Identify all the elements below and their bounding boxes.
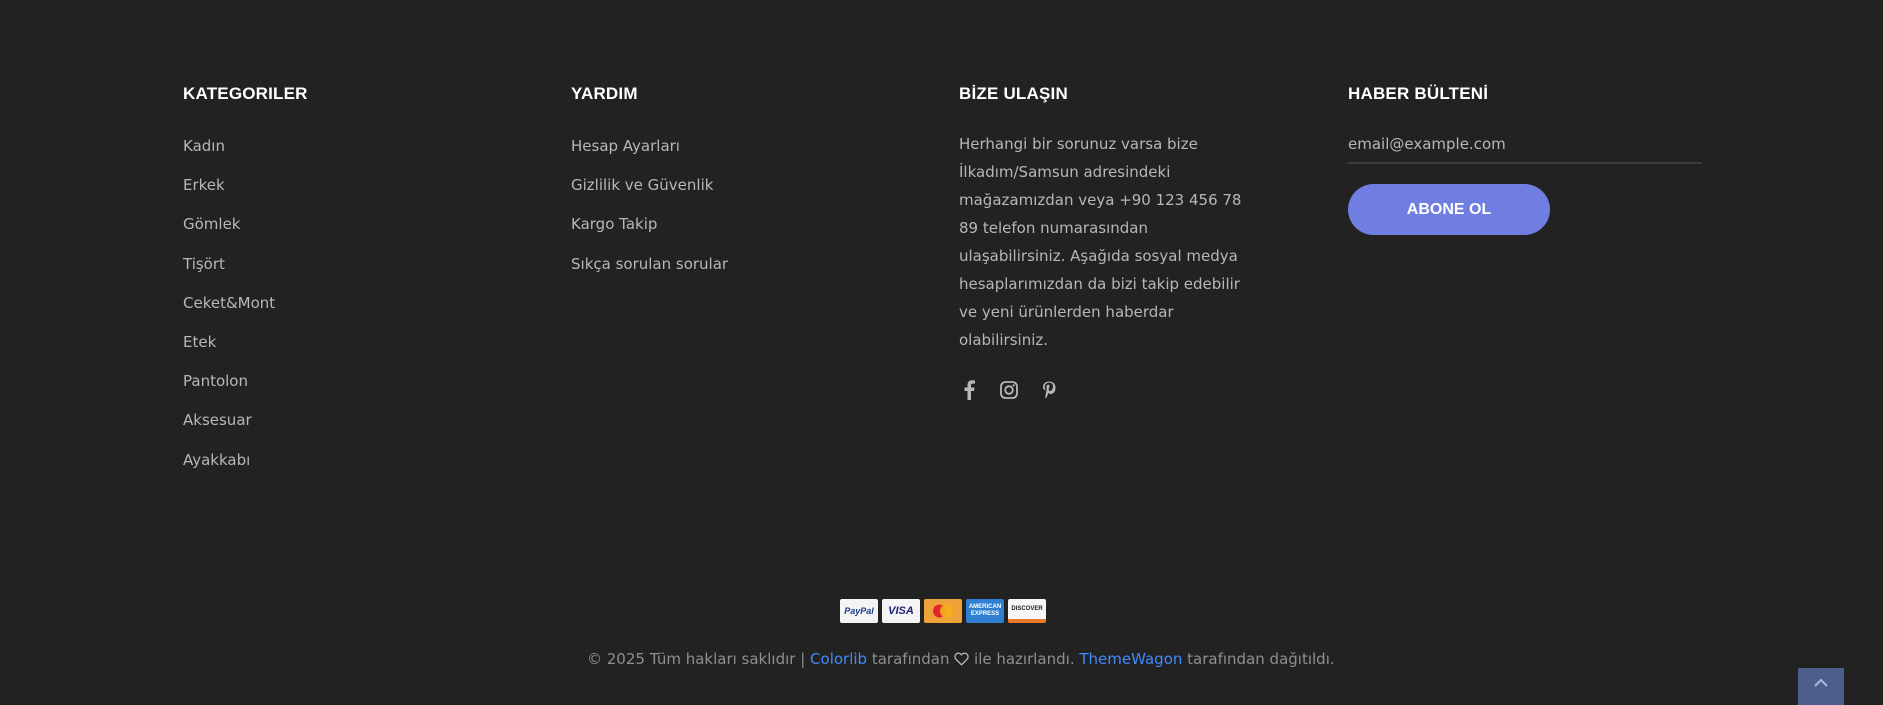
- help-column: YARDIM Hesap Ayarları Gizlilik ve Güvenl…: [571, 84, 728, 291]
- instagram-icon[interactable]: [999, 380, 1019, 400]
- list-item: Pantolon: [183, 369, 308, 408]
- categories-list: Kadın Erkek Gömlek Tişört Ceket&Mont Ete…: [183, 134, 308, 487]
- categories-column: KATEGORILER Kadın Erkek Gömlek Tişört Ce…: [183, 84, 308, 487]
- copyright-prefix: © 2025 Tüm hakları saklıdır |: [587, 650, 806, 668]
- help-link-faq[interactable]: Sıkça sorulan sorular: [571, 255, 728, 273]
- heart-icon: [954, 650, 969, 672]
- category-link-etek[interactable]: Etek: [183, 333, 216, 351]
- back-to-top-button[interactable]: [1798, 668, 1844, 705]
- help-title: YARDIM: [571, 84, 638, 103]
- category-link-pantolon[interactable]: Pantolon: [183, 372, 248, 390]
- list-item: Ayakkabı: [183, 448, 308, 487]
- help-link-shipping-tracking[interactable]: Kargo Takip: [571, 215, 657, 233]
- category-link-ceket-mont[interactable]: Ceket&Mont: [183, 294, 275, 312]
- visa-icon: VISA: [882, 599, 920, 623]
- paypal-icon: PayPal: [840, 599, 878, 623]
- list-item: Hesap Ayarları: [571, 134, 728, 173]
- list-item: Gizlilik ve Güvenlik: [571, 173, 728, 212]
- copyright-text: © 2025 Tüm hakları saklıdır | Colorlib t…: [587, 648, 1335, 672]
- facebook-icon[interactable]: [959, 380, 979, 400]
- payment-methods: PayPal VISA AMERICAN EXPRESS DISCOVER: [840, 599, 1046, 623]
- footer: KATEGORILER Kadın Erkek Gömlek Tişört Ce…: [0, 0, 1883, 705]
- themewagon-link[interactable]: ThemeWagon: [1079, 650, 1182, 668]
- category-link-ayakkabi[interactable]: Ayakkabı: [183, 451, 250, 469]
- contact-column: BİZE ULAŞIN Herhangi bir sorunuz varsa b…: [959, 84, 1259, 400]
- list-item: Sıkça sorulan sorular: [571, 252, 728, 291]
- colorlib-link[interactable]: Colorlib: [810, 650, 867, 668]
- copyright-suffix: tarafından dağıtıldı.: [1187, 650, 1335, 668]
- discover-icon: DISCOVER: [1008, 599, 1046, 623]
- mastercard-icon: [924, 599, 962, 623]
- contact-title: BİZE ULAŞIN: [959, 84, 1068, 103]
- newsletter-column: HABER BÜLTENİ ABONE OL: [1348, 84, 1702, 235]
- amex-icon: AMERICAN EXPRESS: [966, 599, 1004, 623]
- categories-title: KATEGORILER: [183, 84, 308, 103]
- copyright-middle: tarafından: [871, 650, 950, 668]
- list-item: Gömlek: [183, 212, 308, 251]
- category-link-erkek[interactable]: Erkek: [183, 176, 225, 194]
- subscribe-button[interactable]: ABONE OL: [1348, 184, 1550, 235]
- list-item: Tişört: [183, 252, 308, 291]
- category-link-gomlek[interactable]: Gömlek: [183, 215, 241, 233]
- category-link-tisort[interactable]: Tişört: [183, 255, 225, 273]
- category-link-kadin[interactable]: Kadın: [183, 137, 225, 155]
- help-list: Hesap Ayarları Gizlilik ve Güvenlik Karg…: [571, 134, 728, 291]
- help-link-privacy-security[interactable]: Gizlilik ve Güvenlik: [571, 176, 713, 194]
- email-input[interactable]: [1348, 126, 1702, 164]
- newsletter-title: HABER BÜLTENİ: [1348, 84, 1489, 103]
- copyright-made: ile hazırlandı.: [974, 650, 1075, 668]
- pinterest-icon[interactable]: [1039, 380, 1059, 400]
- list-item: Kadın: [183, 134, 308, 173]
- social-links: [959, 380, 1259, 400]
- list-item: Etek: [183, 330, 308, 369]
- chevron-up-icon: [1813, 678, 1829, 688]
- list-item: Ceket&Mont: [183, 291, 308, 330]
- contact-description: Herhangi bir sorunuz varsa bize İlkadım/…: [959, 135, 1242, 349]
- category-link-aksesuar[interactable]: Aksesuar: [183, 411, 252, 429]
- help-link-account-settings[interactable]: Hesap Ayarları: [571, 137, 680, 155]
- list-item: Erkek: [183, 173, 308, 212]
- list-item: Kargo Takip: [571, 212, 728, 251]
- list-item: Aksesuar: [183, 408, 308, 447]
